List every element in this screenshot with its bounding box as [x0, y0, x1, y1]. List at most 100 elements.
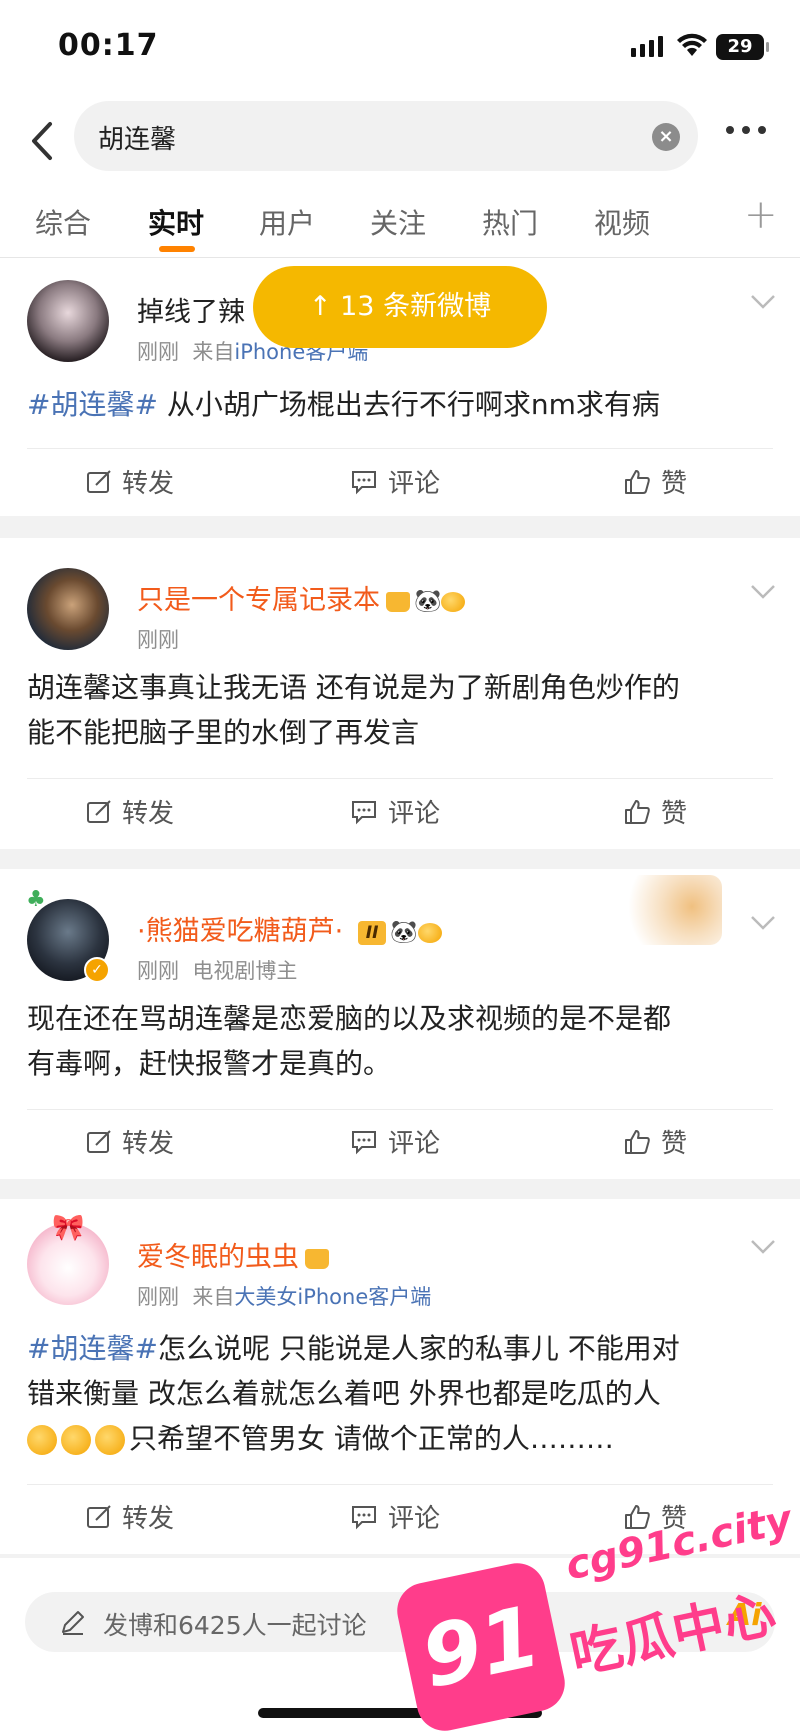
signal-icon [631, 36, 663, 57]
active-tab-indicator [159, 246, 195, 252]
watermark-logo: 91 cg91c.city 吃瓜中心 [392, 1497, 800, 1733]
add-tab-icon[interactable]: + [744, 192, 778, 238]
user-title: 电视剧博主 [192, 959, 298, 983]
chevron-down-icon[interactable] [750, 915, 776, 931]
repost-icon [87, 469, 111, 493]
post-username[interactable]: 掉线了辣 [137, 290, 245, 329]
verified-badge-icon: ✓ [84, 957, 110, 983]
chevron-down-icon[interactable] [750, 1239, 776, 1255]
search-input[interactable]: 胡连馨 × [74, 101, 698, 171]
search-header: 胡连馨 × [0, 96, 800, 186]
post-username-row: ·熊猫爱吃糖葫芦· II 🐼 [137, 909, 446, 948]
post-time: 刚刚 [137, 340, 179, 364]
post-source[interactable]: 大美女iPhone客户端 [234, 1285, 431, 1309]
post-username[interactable]: 爱冬眠的虫虫 [137, 1242, 299, 1273]
post-text: 现在还在骂胡连馨是恋爱脑的以及求视频的是不是都 有毒啊，赶快报警才是真的。 [27, 1002, 672, 1080]
crown-badge-icon [386, 591, 410, 612]
tab-users[interactable]: 用户 [259, 202, 315, 242]
watermark-name: 吃瓜中心 [565, 1583, 782, 1686]
chevron-down-icon[interactable] [750, 294, 776, 310]
drooling-emoji-icon [95, 1425, 125, 1455]
tab-following[interactable]: 关注 [370, 202, 426, 242]
clear-icon[interactable]: × [652, 123, 680, 151]
chevron-down-icon[interactable] [750, 584, 776, 600]
repost-icon [87, 1129, 111, 1153]
new-posts-button[interactable]: ↑ 13 条新微博 [253, 266, 547, 348]
watermark-number: 91 [392, 1558, 570, 1733]
repost-button[interactable]: 转发 [86, 1498, 174, 1535]
post-actions: 转发 评论 赞 [0, 1123, 800, 1183]
tab-video[interactable]: 视频 [594, 202, 650, 242]
fish-badge-icon [441, 591, 466, 612]
status-bar: 00:17 29 [0, 0, 800, 96]
post-source-prefix: 来自 [192, 1285, 235, 1309]
comment-icon [352, 1130, 376, 1154]
hashtag-link[interactable]: #胡连馨# [27, 388, 158, 421]
post-username[interactable]: 只是一个专属记录本 [137, 585, 380, 616]
crown-badge-icon [305, 1248, 329, 1269]
divider [27, 1109, 773, 1110]
chevron-left-icon[interactable] [22, 116, 62, 166]
avatar[interactable] [27, 568, 109, 650]
post-text: 胡连馨这事真让我无语 还有说是为了新剧角色炒作的 能不能把脑子里的水倒了再发言 [27, 671, 680, 749]
drooling-emoji-icon [61, 1425, 91, 1455]
tab-comprehensive[interactable]: 综合 [35, 202, 91, 242]
comment-icon [352, 1505, 376, 1529]
comment-button[interactable]: 评论 [350, 463, 440, 500]
weibo-search-page: 00:17 29 胡连馨 × 综合 实时 用户 关注 热门 视频 + 掉线了辣 … [0, 0, 800, 1733]
status-time: 00:17 [58, 28, 159, 63]
like-button[interactable]: 赞 [623, 463, 687, 500]
post-source-prefix: 来自 [192, 340, 235, 364]
post-username-row: 只是一个专属记录本 🐼 [137, 578, 469, 617]
repost-icon [87, 799, 111, 823]
battery-icon: 29 [716, 34, 769, 60]
thumbs-up-icon [625, 799, 650, 824]
post-card[interactable]: ✓ ♣ ·熊猫爱吃糖葫芦· II 🐼 刚刚 电视剧博主 现在还在骂胡连馨是恋爱脑的… [0, 869, 800, 1179]
like-button[interactable]: 赞 [623, 1123, 687, 1160]
tab-hot[interactable]: 热门 [482, 202, 538, 242]
fish-badge-icon [417, 922, 442, 943]
repost-button[interactable]: 转发 [86, 463, 174, 500]
drooling-emoji-icon [27, 1425, 57, 1455]
post-meta: 刚刚 电视剧博主 [137, 955, 297, 985]
search-query: 胡连馨 [98, 125, 177, 155]
decorative-sticker-icon [602, 875, 722, 945]
post-actions: 转发 评论 赞 [0, 463, 800, 523]
post-text: #胡连馨#怎么说呢 只能说是人家的私事儿 不能用对 错来衡量 改怎么着就怎么着吧… [27, 1332, 680, 1455]
post-time: 刚刚 [137, 628, 179, 652]
panda-badge-icon: 🐼 [390, 920, 418, 945]
thumbs-up-icon [625, 1129, 650, 1154]
clover-icon: ♣ [26, 887, 46, 912]
post-meta: 刚刚 来自大美女iPhone客户端 [137, 1281, 431, 1311]
post-username[interactable]: ·熊猫爱吃糖葫芦· [137, 916, 343, 947]
wifi-icon [677, 33, 707, 56]
post-actions: 转发 评论 赞 [0, 793, 800, 853]
repost-icon [87, 1504, 111, 1528]
more-dots-icon[interactable] [726, 126, 766, 134]
comment-button[interactable]: 评论 [350, 1123, 440, 1160]
comment-button[interactable]: 评论 [350, 793, 440, 830]
tab-realtime[interactable]: 实时 [148, 202, 204, 242]
divider [27, 778, 773, 779]
repost-button[interactable]: 转发 [86, 1123, 174, 1160]
tab-bar: 综合 实时 用户 关注 热门 视频 + [0, 186, 800, 258]
thumbs-up-icon [625, 469, 650, 494]
post-text: #胡连馨# 从小胡广场棍出去行不行啊求nm求有病 [27, 388, 660, 421]
post-time: 刚刚 [137, 959, 179, 983]
divider [27, 448, 773, 449]
bow-icon: 🎀 [52, 1213, 85, 1243]
like-button[interactable]: 赞 [623, 793, 687, 830]
post-card[interactable]: 只是一个专属记录本 🐼 刚刚 胡连馨这事真让我无语 还有说是为了新剧角色炒作的 能… [0, 538, 800, 849]
panda-badge-icon: 🐼 [414, 589, 442, 614]
hashtag-link[interactable]: #胡连馨# [27, 1332, 158, 1365]
post-username-row: 爱冬眠的虫虫 [137, 1235, 329, 1274]
divider [27, 1484, 773, 1485]
avatar[interactable] [27, 280, 109, 362]
comment-icon [352, 470, 376, 494]
post-time: 刚刚 [137, 1285, 179, 1309]
pencil-icon [62, 1611, 84, 1635]
compose-placeholder: 发博和6425人一起讨论 [103, 1611, 367, 1640]
vip-badge-icon: II [357, 920, 387, 945]
comment-icon [352, 800, 376, 824]
repost-button[interactable]: 转发 [86, 793, 174, 830]
